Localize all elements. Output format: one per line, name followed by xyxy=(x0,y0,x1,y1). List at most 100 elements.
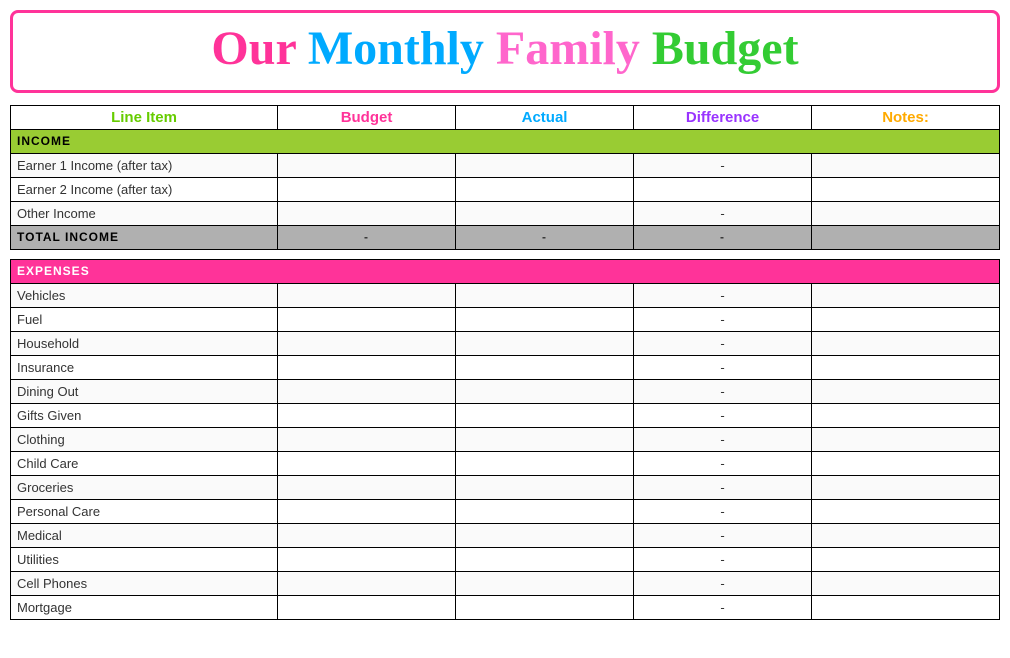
expense-diff-cell: - xyxy=(634,451,812,475)
expense-actual-cell[interactable] xyxy=(456,547,634,571)
income-notes-cell[interactable] xyxy=(812,177,1000,201)
expense-row: Child Care - xyxy=(11,451,1000,475)
expense-actual-cell[interactable] xyxy=(456,283,634,307)
expense-row: Personal Care - xyxy=(11,499,1000,523)
expense-budget-cell[interactable] xyxy=(278,499,456,523)
expense-row: Insurance - xyxy=(11,355,1000,379)
spacer-row xyxy=(11,249,1000,259)
expense-budget-cell[interactable] xyxy=(278,451,456,475)
income-budget-cell[interactable] xyxy=(278,153,456,177)
total-income-label: TOTAL INCOME xyxy=(11,225,278,249)
expense-row: Utilities - xyxy=(11,547,1000,571)
expense-budget-cell[interactable] xyxy=(278,571,456,595)
expense-actual-cell[interactable] xyxy=(456,523,634,547)
expense-row: Clothing - xyxy=(11,427,1000,451)
expense-row: Household - xyxy=(11,331,1000,355)
expense-notes-cell[interactable] xyxy=(812,427,1000,451)
header-difference: Difference xyxy=(634,105,812,129)
expense-actual-cell[interactable] xyxy=(456,307,634,331)
expense-item-label: Insurance xyxy=(11,355,278,379)
income-actual-cell[interactable] xyxy=(456,153,634,177)
expense-notes-cell[interactable] xyxy=(812,523,1000,547)
title-monthly: Monthly xyxy=(308,22,496,75)
expense-notes-cell[interactable] xyxy=(812,547,1000,571)
expense-budget-cell[interactable] xyxy=(278,475,456,499)
expense-notes-cell[interactable] xyxy=(812,283,1000,307)
expense-budget-cell[interactable] xyxy=(278,403,456,427)
expense-row: Medical - xyxy=(11,523,1000,547)
income-notes-cell[interactable] xyxy=(812,153,1000,177)
income-diff-cell: - xyxy=(634,201,812,225)
expense-diff-cell: - xyxy=(634,307,812,331)
expense-item-label: Child Care xyxy=(11,451,278,475)
expense-notes-cell[interactable] xyxy=(812,403,1000,427)
expense-budget-cell[interactable] xyxy=(278,595,456,619)
expense-diff-cell: - xyxy=(634,595,812,619)
income-row: Earner 2 Income (after tax) xyxy=(11,177,1000,201)
header-lineitem: Line Item xyxy=(11,105,278,129)
expense-item-label: Utilities xyxy=(11,547,278,571)
expense-row: Cell Phones - xyxy=(11,571,1000,595)
income-section-header: INCOME xyxy=(11,129,1000,153)
expense-budget-cell[interactable] xyxy=(278,283,456,307)
expense-diff-cell: - xyxy=(634,379,812,403)
budget-table: Line Item Budget Actual Difference Notes… xyxy=(10,105,1000,620)
expense-actual-cell[interactable] xyxy=(456,499,634,523)
total-income-notes xyxy=(812,225,1000,249)
expense-item-label: Gifts Given xyxy=(11,403,278,427)
title-budget: Budget xyxy=(652,22,799,75)
expense-notes-cell[interactable] xyxy=(812,355,1000,379)
expense-actual-cell[interactable] xyxy=(456,355,634,379)
expense-actual-cell[interactable] xyxy=(456,427,634,451)
expense-budget-cell[interactable] xyxy=(278,547,456,571)
title-family: Family xyxy=(496,22,652,75)
expense-actual-cell[interactable] xyxy=(456,403,634,427)
expense-budget-cell[interactable] xyxy=(278,355,456,379)
income-actual-cell[interactable] xyxy=(456,177,634,201)
income-budget-cell[interactable] xyxy=(278,177,456,201)
income-row: Earner 1 Income (after tax) - xyxy=(11,153,1000,177)
expense-notes-cell[interactable] xyxy=(812,571,1000,595)
expense-actual-cell[interactable] xyxy=(456,595,634,619)
expense-actual-cell[interactable] xyxy=(456,571,634,595)
expense-diff-cell: - xyxy=(634,331,812,355)
expense-notes-cell[interactable] xyxy=(812,499,1000,523)
expense-notes-cell[interactable] xyxy=(812,475,1000,499)
income-diff-cell: - xyxy=(634,153,812,177)
expense-actual-cell[interactable] xyxy=(456,451,634,475)
expense-row: Mortgage - xyxy=(11,595,1000,619)
expense-notes-cell[interactable] xyxy=(812,307,1000,331)
income-notes-cell[interactable] xyxy=(812,201,1000,225)
expense-budget-cell[interactable] xyxy=(278,331,456,355)
expenses-section-header: EXPENSES xyxy=(11,259,1000,283)
expense-row: Vehicles - xyxy=(11,283,1000,307)
expense-diff-cell: - xyxy=(634,283,812,307)
total-income-diff: - xyxy=(634,225,812,249)
expense-diff-cell: - xyxy=(634,571,812,595)
expense-row: Groceries - xyxy=(11,475,1000,499)
expense-actual-cell[interactable] xyxy=(456,331,634,355)
header-notes: Notes: xyxy=(812,105,1000,129)
expense-actual-cell[interactable] xyxy=(456,475,634,499)
expense-budget-cell[interactable] xyxy=(278,523,456,547)
expense-item-label: Vehicles xyxy=(11,283,278,307)
expense-notes-cell[interactable] xyxy=(812,379,1000,403)
income-budget-cell[interactable] xyxy=(278,201,456,225)
main-title: Our Monthly Family Budget xyxy=(13,23,997,76)
expense-item-label: Personal Care xyxy=(11,499,278,523)
expense-budget-cell[interactable] xyxy=(278,307,456,331)
expense-notes-cell[interactable] xyxy=(812,451,1000,475)
expense-actual-cell[interactable] xyxy=(456,379,634,403)
total-income-row: TOTAL INCOME - - - xyxy=(11,225,1000,249)
expense-budget-cell[interactable] xyxy=(278,427,456,451)
expense-budget-cell[interactable] xyxy=(278,379,456,403)
expense-item-label: Fuel xyxy=(11,307,278,331)
expense-diff-cell: - xyxy=(634,523,812,547)
expense-notes-cell[interactable] xyxy=(812,331,1000,355)
expense-item-label: Groceries xyxy=(11,475,278,499)
expense-notes-cell[interactable] xyxy=(812,595,1000,619)
income-actual-cell[interactable] xyxy=(456,201,634,225)
expense-diff-cell: - xyxy=(634,403,812,427)
expense-item-label: Medical xyxy=(11,523,278,547)
income-item-label: Earner 1 Income (after tax) xyxy=(11,153,278,177)
